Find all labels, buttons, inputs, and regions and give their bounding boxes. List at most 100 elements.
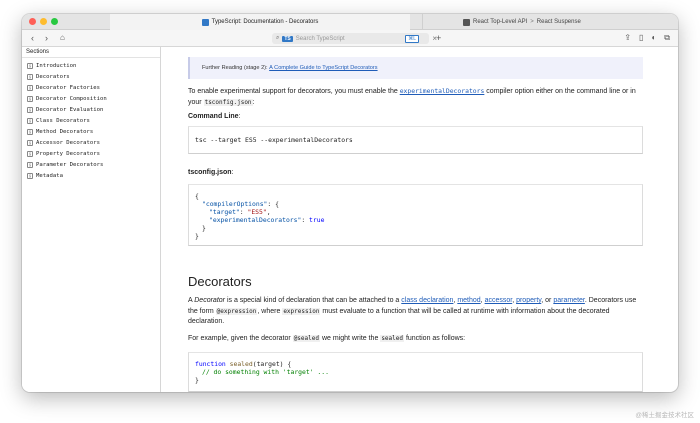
- tab-strip: TypeScript: Documentation - Decorators R…: [22, 14, 678, 30]
- sidebar-item-class-decorators[interactable]: § Class Decorators: [22, 115, 160, 126]
- json-key-compiler-options: "compilerOptions": [202, 200, 268, 208]
- tsconfig-label-colon: :: [231, 169, 234, 176]
- section-icon: §: [27, 62, 33, 69]
- sidebar-item-label: Decorator Factories: [36, 84, 100, 91]
- sidebar-item-decorator-evaluation[interactable]: § Decorator Evaluation: [22, 104, 160, 115]
- sidebar-item-metadata[interactable]: § Metadata: [22, 170, 160, 181]
- sidebar-item-label: Decorator Evaluation: [36, 106, 104, 113]
- example-text-3: function as follows:: [405, 334, 466, 342]
- tab-typescript-decorators[interactable]: TypeScript: Documentation - Decorators: [110, 14, 410, 30]
- link-accessor[interactable]: accessor: [485, 297, 513, 304]
- section-icon: §: [27, 172, 33, 179]
- inline-code-sealed-decorator: @sealed: [292, 334, 320, 342]
- section-icon: §: [27, 73, 33, 80]
- section-icon: §: [27, 95, 33, 102]
- doc-content: Further Reading (stage 2): A Complete Gu…: [161, 47, 678, 392]
- code-function-name: sealed: [229, 360, 253, 368]
- tabs-overview-icon[interactable]: ⧉: [664, 33, 670, 43]
- sidebar-item-introduction[interactable]: § Introduction: [22, 60, 160, 71]
- sidebar-item-method-decorators[interactable]: § Method Decorators: [22, 126, 160, 137]
- sealed-code-block: function sealed(target) { // do somethin…: [188, 352, 643, 392]
- traffic-lights: [29, 18, 58, 25]
- enable-paragraph: To enable experimental support for decor…: [188, 86, 643, 108]
- json-line-6: }: [195, 232, 199, 240]
- experimental-decorators-link[interactable]: experimentalDecorators: [400, 87, 485, 95]
- close-window-button[interactable]: [29, 18, 36, 25]
- section-icon: §: [27, 161, 33, 168]
- tsconfig-code-block: { "compilerOptions": { "target": "ES5", …: [188, 184, 643, 246]
- further-reading-note: Further Reading (stage 2): A Complete Gu…: [188, 57, 643, 79]
- search-placeholder: Search TypeScript: [295, 35, 345, 42]
- sidebar-item-label: Introduction: [36, 62, 77, 69]
- new-tab-icon[interactable]: +: [436, 32, 441, 44]
- json-key-target: "target": [209, 208, 240, 216]
- section-icon: §: [27, 84, 33, 91]
- tsconfig-inline-code: tsconfig.json: [203, 98, 253, 106]
- command-line-code-block: tsc --target ES5 --experimentalDecorator…: [188, 126, 643, 154]
- json-line-3: "target": "ES5",: [209, 208, 271, 216]
- json-val-experimental: true: [309, 216, 325, 224]
- tab-react[interactable]: React Top-Level API > React Suspense: [422, 14, 678, 30]
- def-text-4: , where: [257, 307, 281, 315]
- sidebar-item-label: Metadata: [36, 172, 63, 179]
- search-field[interactable]: ⌕ TS Search TypeScript ⌘L ×: [272, 33, 437, 44]
- sidebar-item-accessor-decorators[interactable]: § Accessor Decorators: [22, 137, 160, 148]
- code-line-3: }: [195, 376, 199, 384]
- section-icon: §: [27, 150, 33, 157]
- example-paragraph: For example, given the decorator @sealed…: [188, 334, 643, 345]
- sidebar-item-label: Decorator Composition: [36, 95, 107, 102]
- def-text-1: A: [188, 297, 193, 304]
- code-comment: // do something with 'target' ...: [202, 368, 329, 376]
- home-icon[interactable]: ⌂: [60, 32, 65, 44]
- minimize-window-button[interactable]: [40, 18, 47, 25]
- sidebar-item-label: Accessor Decorators: [36, 139, 100, 146]
- sidebar: Sections § Introduction § Decorators § Deco…: [22, 47, 161, 392]
- share-icon[interactable]: ⇪: [624, 33, 631, 43]
- search-icon: ⌕: [276, 35, 280, 41]
- sidebar-item-decorator-factories[interactable]: § Decorator Factories: [22, 82, 160, 93]
- json-line-2-rest: : {: [267, 200, 279, 208]
- command-line-code: tsc --target ES5 --experimentalDecorator…: [195, 136, 353, 144]
- enable-text-1: To enable experimental support for decor…: [188, 88, 398, 95]
- json-key-experimental: "experimentalDecorators": [209, 216, 302, 224]
- json-line-1: {: [195, 192, 199, 200]
- example-text-2: we might write the: [321, 334, 379, 342]
- tab-title: TypeScript: Documentation - Decorators: [211, 19, 319, 25]
- section-heading-decorators: Decorators: [188, 274, 252, 289]
- sidebar-item-label: Property Decorators: [36, 150, 100, 157]
- section-icon: §: [27, 106, 33, 113]
- sidebar-item-property-decorators[interactable]: § Property Decorators: [22, 148, 160, 159]
- json-line-2: "compilerOptions": {: [195, 200, 636, 208]
- forward-icon[interactable]: ›: [45, 32, 48, 44]
- code-keyword-function: function: [195, 360, 226, 368]
- sidebar-item-label: Class Decorators: [36, 117, 90, 124]
- command-line-label-colon: :: [238, 113, 241, 120]
- further-reading-link[interactable]: A Complete Guide to TypeScript Decorator…: [269, 65, 377, 71]
- link-property[interactable]: property: [516, 297, 541, 304]
- reader-icon[interactable]: ▯: [639, 33, 643, 43]
- json-val-target: "ES5": [247, 208, 267, 216]
- def-emphasis-decorator: Decorator: [194, 297, 225, 304]
- section-icon: §: [27, 128, 33, 135]
- inline-code-expression: expression: [282, 307, 321, 315]
- enable-text-3: :: [252, 98, 255, 106]
- link-parameter[interactable]: parameter: [553, 297, 585, 304]
- code-line-1: function sealed(target) {: [195, 360, 636, 368]
- typescript-favicon-icon: [201, 18, 209, 26]
- sidebar-item-parameter-decorators[interactable]: § Parameter Decorators: [22, 159, 160, 170]
- def-text-2: is a special kind of declaration that ca…: [226, 297, 400, 304]
- link-method[interactable]: method: [457, 297, 480, 304]
- toolbar-actions: ⇪ ▯ ◐ ⧉: [624, 33, 670, 43]
- zoom-window-button[interactable]: [51, 18, 58, 25]
- inline-code-sealed: sealed: [380, 334, 404, 342]
- tab-title-separator: >: [530, 19, 534, 25]
- tab-title-part2: React Suspense: [536, 19, 581, 25]
- code-function-signature: (target) {: [252, 360, 292, 368]
- sidebar-item-decorator-composition[interactable]: § Decorator Composition: [22, 93, 160, 104]
- inline-code-expression-at: @expression: [215, 307, 258, 315]
- sidebar-item-decorators[interactable]: § Decorators: [22, 71, 160, 82]
- back-icon[interactable]: ‹: [31, 32, 34, 44]
- sidebar-title: Sections: [22, 47, 160, 58]
- appearance-icon[interactable]: ◐: [651, 33, 656, 43]
- link-class-declaration[interactable]: class declaration: [401, 297, 453, 304]
